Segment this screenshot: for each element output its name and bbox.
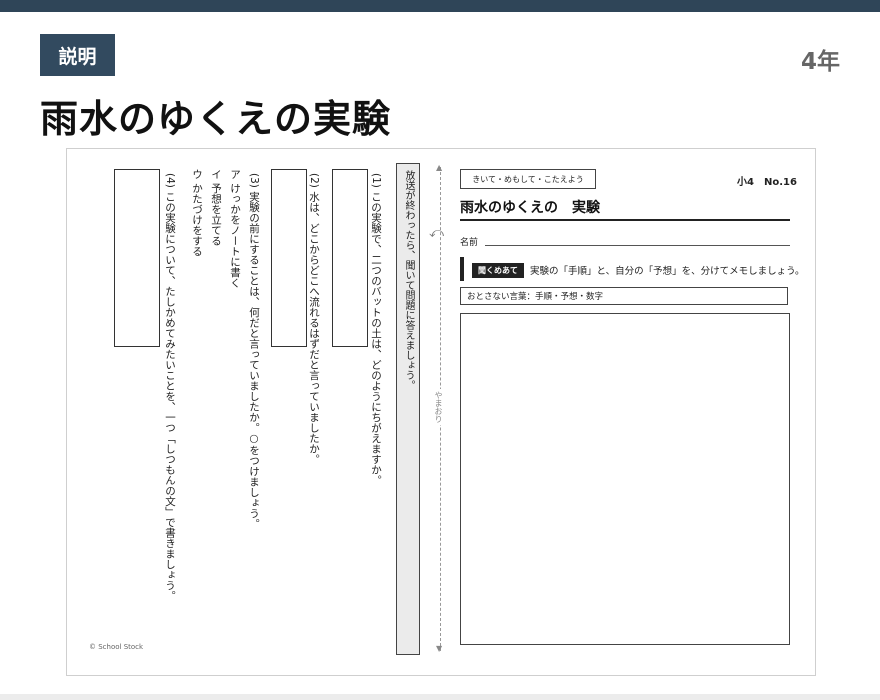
fold-label: やまおり xyxy=(433,389,444,425)
fold-curl-icon: ⤺ xyxy=(429,225,444,241)
worksheet-number: 小4 No.16 xyxy=(737,177,797,188)
worksheet-preview: (1) この実験で、二つのバットの土は、どのようにちがえますか。 (2) 水は、… xyxy=(66,148,816,676)
worksheet-title: 雨水のゆくえの 実験 xyxy=(460,200,600,216)
worksheet-label: きいて・めもして・こたえよう xyxy=(460,169,596,189)
memo-box xyxy=(460,313,790,645)
category-badge: 説明 xyxy=(40,34,115,76)
page-title: 雨水のゆくえの実験 xyxy=(40,97,392,141)
answer-box-1 xyxy=(332,169,368,347)
name-line xyxy=(485,245,790,246)
name-label: 名前 xyxy=(460,238,479,248)
answer-box-2 xyxy=(271,169,307,347)
instruction-text: 放送が終わったら、聞いて問題に答えましょう。 xyxy=(403,170,414,390)
title-underline xyxy=(460,219,790,221)
option-a: ア けっかをノートに書く xyxy=(229,169,241,288)
option-i: イ 予想を立てる xyxy=(210,169,222,246)
instruction-box: 放送が終わったら、聞いて問題に答えましょう。 xyxy=(396,163,420,655)
keywords-box: おとさない言葉：手順・予想・数字 xyxy=(460,287,788,305)
option-u: ウ かたづけをする xyxy=(191,169,203,257)
answer-box-4 xyxy=(114,169,160,347)
question-3: (3) 実験の前にすることは、何だと言っていましたか。○をつけましょう。 xyxy=(248,173,260,529)
fold-arrow-up-icon: ▲ xyxy=(436,163,443,172)
question-2: (2) 水は、どこからどこへ流れるはずだと言っていましたか。 xyxy=(308,173,320,465)
question-4: (4) この実験について、たしかめてみたいことを、一つ「しつもんの文」で書きまし… xyxy=(164,173,176,601)
fold-arrow-down-icon: ▼ xyxy=(436,644,443,653)
top-bar xyxy=(0,0,880,12)
copyright: © School Stock xyxy=(89,643,144,651)
grade-label: 4年 xyxy=(800,49,840,75)
page-card: 説明 4年 雨水のゆくえの実験 (1) この実験で、二つのバットの土は、どのよう… xyxy=(0,12,880,694)
listen-text: 実験の「手順」と、自分の「予想」を、分けてメモしましょう。 xyxy=(530,266,805,277)
listen-label: 聞くめあて xyxy=(472,263,524,278)
listen-bar xyxy=(460,257,464,281)
question-1: (1) この実験で、二つのバットの土は、どのようにちがえますか。 xyxy=(370,173,382,486)
